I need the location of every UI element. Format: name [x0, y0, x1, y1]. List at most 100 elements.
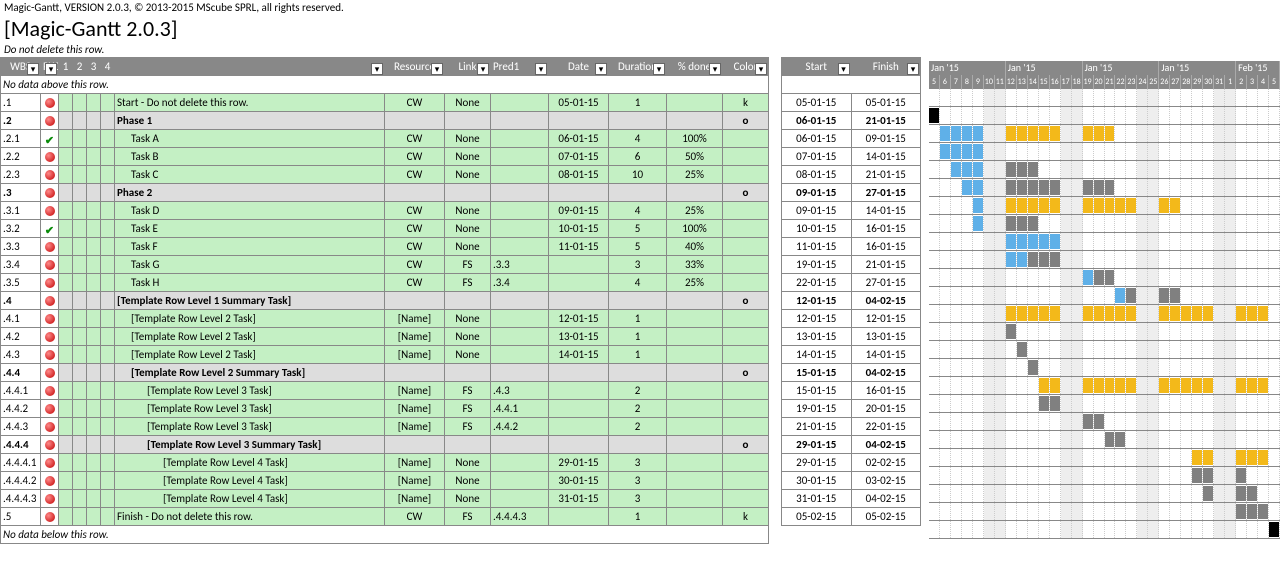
gantt-cell[interactable]: [995, 179, 1006, 196]
task-name-cell[interactable]: [Template Row Level 2 Task]: [115, 328, 385, 346]
gantt-row[interactable]: [929, 341, 1280, 359]
gantt-cell[interactable]: [1247, 467, 1258, 484]
gantt-cell[interactable]: [1083, 431, 1094, 448]
gantt-cell[interactable]: [1214, 413, 1225, 430]
gantt-cell[interactable]: [1225, 413, 1236, 430]
gantt-cell[interactable]: [929, 359, 940, 376]
col-link[interactable]: Link▾: [445, 58, 491, 76]
date-cell[interactable]: [549, 364, 609, 382]
gantt-cell[interactable]: [1170, 161, 1181, 178]
gantt-cell[interactable]: [1126, 503, 1137, 520]
gantt-cell[interactable]: [984, 305, 995, 322]
gantt-cell[interactable]: [1115, 359, 1126, 376]
num-cell[interactable]: [59, 184, 73, 202]
gantt-cell[interactable]: [1006, 233, 1017, 250]
color-cell[interactable]: o: [723, 112, 769, 130]
gantt-cell[interactable]: [1115, 467, 1126, 484]
gantt-cell[interactable]: [1105, 467, 1116, 484]
gantt-cell[interactable]: [1170, 359, 1181, 376]
gantt-cell[interactable]: [1236, 467, 1247, 484]
gantt-cell[interactable]: [1269, 449, 1280, 466]
ryg-cell[interactable]: [41, 292, 59, 310]
ryg-cell[interactable]: [41, 400, 59, 418]
gantt-cell[interactable]: [1214, 521, 1225, 538]
gantt-cell[interactable]: [962, 233, 973, 250]
table-row[interactable]: .5 Finish - Do not delete this row. CW F…: [1, 508, 769, 526]
gantt-cell[interactable]: [1126, 161, 1137, 178]
pred-cell[interactable]: [491, 148, 549, 166]
gantt-cell[interactable]: [973, 485, 984, 502]
num-cell[interactable]: [101, 382, 115, 400]
gantt-cell[interactable]: [1039, 359, 1050, 376]
gantt-cell[interactable]: [1105, 125, 1116, 142]
gantt-cell[interactable]: [1214, 197, 1225, 214]
gantt-cell[interactable]: [1017, 413, 1028, 430]
duration-cell[interactable]: 4: [609, 274, 667, 292]
color-cell[interactable]: [723, 310, 769, 328]
gantt-cell[interactable]: [929, 107, 940, 124]
gantt-cell[interactable]: [1050, 467, 1061, 484]
pct-done-cell[interactable]: 100%: [667, 220, 723, 238]
gantt-cell[interactable]: [1181, 215, 1192, 232]
gantt-cell[interactable]: [1214, 179, 1225, 196]
gantt-cell[interactable]: [1050, 521, 1061, 538]
gantt-cell[interactable]: [1170, 323, 1181, 340]
gantt-cell[interactable]: [995, 269, 1006, 286]
gantt-cell[interactable]: [984, 467, 995, 484]
table-row[interactable]: 22-01-15 27-01-15: [782, 274, 921, 292]
duration-cell[interactable]: [609, 112, 667, 130]
filter-icon[interactable]: ▾: [838, 63, 850, 75]
gantt-cell[interactable]: [1159, 161, 1170, 178]
duration-cell[interactable]: 1: [609, 94, 667, 112]
gantt-cell[interactable]: [1028, 413, 1039, 430]
gantt-cell[interactable]: [1083, 503, 1094, 520]
num-cell[interactable]: [73, 274, 87, 292]
gantt-cell[interactable]: [1225, 161, 1236, 178]
link-cell[interactable]: [445, 436, 491, 454]
finish-cell[interactable]: 05-01-15: [851, 94, 921, 112]
table-row[interactable]: 06-01-15 21-01-15: [782, 112, 921, 130]
duration-cell[interactable]: 2: [609, 400, 667, 418]
pct-done-cell[interactable]: [667, 112, 723, 130]
gantt-cell[interactable]: [1247, 359, 1258, 376]
link-cell[interactable]: [445, 184, 491, 202]
num-cell[interactable]: [101, 418, 115, 436]
link-cell[interactable]: None: [445, 220, 491, 238]
finish-cell[interactable]: 14-01-15: [851, 148, 921, 166]
finish-cell[interactable]: 21-01-15: [851, 256, 921, 274]
gantt-cell[interactable]: [1039, 107, 1050, 124]
gantt-cell[interactable]: [1192, 503, 1203, 520]
gantt-cell[interactable]: [1192, 431, 1203, 448]
gantt-cell[interactable]: [1258, 485, 1269, 502]
num-cell[interactable]: [73, 112, 87, 130]
pct-done-cell[interactable]: [667, 418, 723, 436]
pred-cell[interactable]: [491, 472, 549, 490]
num-cell[interactable]: [59, 490, 73, 508]
col-wbs[interactable]: WBS▾: [1, 58, 41, 76]
pred-cell[interactable]: [491, 202, 549, 220]
gantt-cell[interactable]: [1061, 233, 1072, 250]
gantt-cell[interactable]: [1269, 521, 1280, 538]
gantt-row[interactable]: [929, 377, 1280, 395]
gantt-cell[interactable]: [1094, 323, 1105, 340]
gantt-cell[interactable]: [1126, 143, 1137, 160]
gantt-cell[interactable]: [940, 143, 951, 160]
table-row[interactable]: 30-01-15 03-02-15: [782, 472, 921, 490]
gantt-cell[interactable]: [1126, 431, 1137, 448]
gantt-cell[interactable]: [1126, 125, 1137, 142]
gantt-cell[interactable]: [1094, 341, 1105, 358]
gantt-cell[interactable]: [940, 359, 951, 376]
col-finish[interactable]: Finish▾: [851, 58, 921, 76]
gantt-cell[interactable]: [1148, 197, 1159, 214]
table-row[interactable]: 06-01-15 09-01-15: [782, 130, 921, 148]
gantt-cell[interactable]: [962, 359, 973, 376]
gantt-cell[interactable]: [1258, 467, 1269, 484]
gantt-cell[interactable]: [1247, 449, 1258, 466]
gantt-cell[interactable]: [1126, 377, 1137, 394]
gantt-cell[interactable]: [973, 395, 984, 412]
gantt-cell[interactable]: [1225, 521, 1236, 538]
gantt-cell[interactable]: [973, 287, 984, 304]
gantt-cell[interactable]: [1225, 503, 1236, 520]
gantt-row[interactable]: [929, 287, 1280, 305]
gantt-cell[interactable]: [1028, 485, 1039, 502]
